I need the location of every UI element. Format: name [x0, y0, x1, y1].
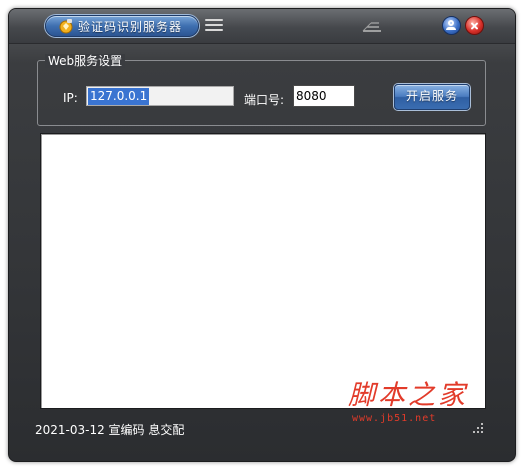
window-title: 验证码识别服务器	[78, 20, 183, 34]
group-title: Web服务设置	[45, 54, 126, 68]
port-input[interactable]: 8080	[293, 85, 355, 107]
port-label: 端口号:	[244, 93, 285, 107]
watermark-main: 脚本之家	[348, 380, 468, 411]
watermark-url: www.jb51.net	[352, 413, 437, 424]
title-pill: 验证码识别服务器	[45, 15, 199, 37]
ip-value: 127.0.0.1	[88, 87, 150, 105]
status-text: 2021-03-12 宣编码 息交配	[35, 423, 185, 437]
start-service-button[interactable]: 开启服务	[394, 84, 470, 110]
ip-label: IP:	[63, 91, 78, 105]
log-output[interactable]	[40, 133, 486, 409]
ip-input[interactable]: 127.0.0.1	[86, 86, 234, 106]
user-minimize-icon[interactable]	[442, 16, 461, 35]
app-icon	[59, 19, 73, 34]
skin-icon[interactable]	[361, 21, 383, 33]
menu-icon[interactable]	[205, 19, 223, 33]
close-icon[interactable]	[465, 16, 484, 35]
watermark: 脚本之家 www.jb51.net	[348, 381, 488, 433]
title-bar[interactable]: 验证码识别服务器	[9, 9, 515, 44]
